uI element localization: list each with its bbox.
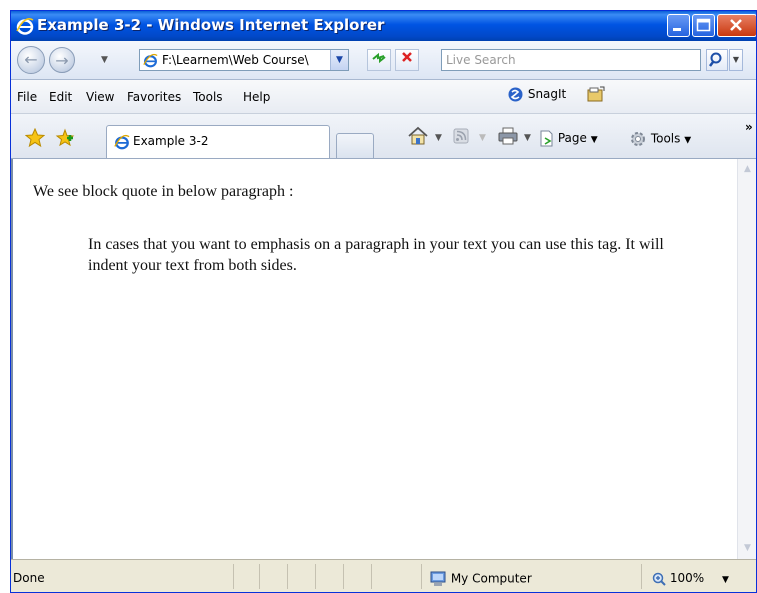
- address-toolbar: ← → ▼ F:\Learnem\Web Course\ ▼ Live Sear…: [11, 41, 756, 80]
- page-menu-button[interactable]: Page ▼: [539, 130, 598, 147]
- address-text: F:\Learnem\Web Course\: [162, 53, 309, 67]
- tab-example-3-2[interactable]: Example 3-2: [106, 125, 330, 158]
- forward-arrow-icon: →: [55, 51, 69, 70]
- tab-label: Example 3-2: [133, 134, 209, 148]
- feeds-icon[interactable]: [453, 128, 469, 144]
- zone-label: My Computer: [450, 571, 532, 586]
- snagit-capture-icon[interactable]: [586, 86, 606, 104]
- tab-row: Example 3-2 ▼ ▼ ▼ Page ▼ Tools ▼ »: [11, 114, 756, 159]
- menu-bar: File Edit View Favorites Tools Help Snag…: [11, 80, 756, 114]
- menu-help[interactable]: Help: [243, 90, 270, 104]
- home-icon[interactable]: [407, 126, 429, 146]
- page-ie-icon: [143, 53, 158, 68]
- favorites-star-icon[interactable]: [25, 128, 45, 148]
- page-icon: [540, 130, 553, 147]
- zoom-control[interactable]: 100% ▼: [652, 571, 729, 586]
- status-separator: [287, 564, 288, 589]
- tab-ie-icon: [114, 134, 130, 150]
- page-content: We see block quote in below paragraph : …: [11, 159, 737, 559]
- minimize-icon: [673, 28, 681, 31]
- snagit-label: SnagIt: [527, 87, 567, 101]
- vertical-scrollbar[interactable]: ▲ ▼: [737, 159, 756, 559]
- maximize-icon: [696, 18, 711, 32]
- search-icon: [709, 52, 722, 67]
- tools-dropdown-icon: ▼: [684, 135, 692, 146]
- maximize-button[interactable]: [692, 14, 715, 37]
- zoom-level: 100%: [669, 571, 705, 585]
- search-options-dropdown[interactable]: ▼: [729, 49, 743, 71]
- stop-icon: [402, 52, 412, 62]
- blockquote: In cases that you want to emphasis on a …: [88, 236, 664, 274]
- browser-window: Example 3-2 - Windows Internet Explorer …: [10, 10, 757, 593]
- refresh-button[interactable]: [367, 49, 391, 71]
- menu-file[interactable]: File: [17, 90, 37, 104]
- feeds-dropdown-icon: ▼: [479, 133, 486, 143]
- snagit-icon: [508, 87, 523, 102]
- forward-button[interactable]: →: [49, 47, 75, 73]
- status-separator: [421, 564, 422, 589]
- print-dropdown-icon[interactable]: ▼: [524, 133, 531, 143]
- chevron-down-icon: ▼: [732, 55, 740, 64]
- tools-menu-button[interactable]: Tools ▼: [629, 130, 691, 148]
- intro-paragraph: We see block quote in below paragraph :: [33, 183, 294, 200]
- window-title: Example 3-2 - Windows Internet Explorer: [37, 16, 385, 34]
- scroll-up-icon[interactable]: ▲: [740, 161, 755, 178]
- minimize-button[interactable]: [667, 14, 690, 37]
- stop-button[interactable]: [395, 49, 419, 71]
- page-dropdown-icon: ▼: [590, 135, 598, 145]
- status-bar: Done My Computer 100% ▼: [11, 559, 756, 592]
- print-icon[interactable]: [497, 126, 519, 146]
- zoom-dropdown-icon: ▼: [721, 575, 729, 585]
- search-input[interactable]: Live Search: [441, 49, 701, 71]
- toolbar-overflow-chevron[interactable]: »: [745, 120, 753, 134]
- ie-logo-icon: [16, 18, 34, 35]
- status-separator: [641, 564, 642, 589]
- status-separator: [343, 564, 344, 589]
- menu-view[interactable]: View: [86, 90, 114, 104]
- refresh-icon: [372, 52, 386, 64]
- address-input[interactable]: F:\Learnem\Web Course\ ▼: [139, 49, 349, 71]
- snagit-button[interactable]: SnagIt: [507, 86, 566, 103]
- status-text: Done: [13, 571, 45, 585]
- tools-gear-icon: [631, 132, 645, 146]
- address-dropdown-icon[interactable]: ▼: [330, 50, 348, 70]
- history-dropdown-icon[interactable]: ▼: [101, 55, 108, 65]
- close-button[interactable]: [717, 14, 756, 37]
- menu-tools[interactable]: Tools: [193, 90, 223, 104]
- menu-edit[interactable]: Edit: [49, 90, 72, 104]
- add-favorite-icon[interactable]: [55, 128, 75, 148]
- status-separator: [233, 564, 234, 589]
- zoom-icon: [652, 572, 666, 586]
- close-icon: [730, 19, 742, 31]
- status-separator: [371, 564, 372, 589]
- home-dropdown-icon[interactable]: ▼: [435, 133, 442, 143]
- scroll-down-icon[interactable]: ▼: [740, 540, 755, 557]
- back-arrow-icon: ←: [24, 50, 38, 69]
- status-separator: [259, 564, 260, 589]
- my-computer-icon: [430, 571, 446, 586]
- tools-menu-label: Tools: [650, 131, 681, 146]
- security-zone[interactable]: My Computer: [429, 571, 532, 587]
- title-bar[interactable]: Example 3-2 - Windows Internet Explorer: [11, 11, 756, 41]
- search-button[interactable]: [706, 49, 728, 71]
- new-tab-button[interactable]: [336, 133, 374, 158]
- back-button[interactable]: ←: [17, 46, 45, 74]
- page-menu-label: Page: [557, 131, 587, 145]
- status-separator: [315, 564, 316, 589]
- menu-favorites[interactable]: Favorites: [127, 90, 181, 104]
